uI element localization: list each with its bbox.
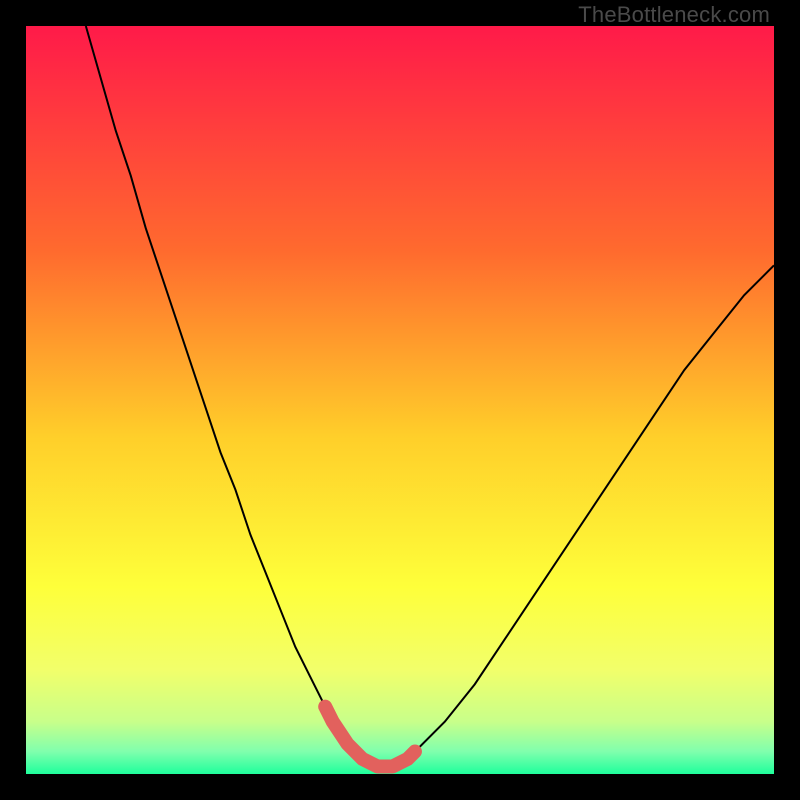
watermark-text: TheBottleneck.com <box>578 2 770 28</box>
bottleneck-curve <box>86 26 774 767</box>
chart-frame <box>0 0 800 800</box>
optimal-range-highlight <box>325 707 415 767</box>
bottleneck-chart <box>26 26 774 774</box>
